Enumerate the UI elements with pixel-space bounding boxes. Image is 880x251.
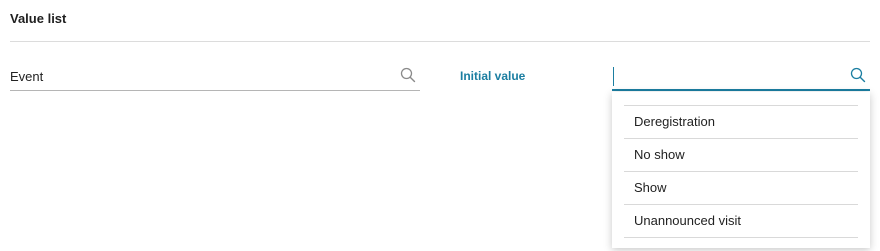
initial-value-input[interactable] — [616, 67, 836, 86]
search-icon[interactable] — [400, 67, 416, 83]
search-icon[interactable] — [850, 67, 866, 83]
dropdown-option-no-show[interactable]: No show — [624, 139, 858, 172]
section-title: Value list — [10, 11, 67, 26]
text-caret — [613, 67, 614, 86]
initial-value-label: Initial value — [460, 69, 526, 83]
dropdown-option-list: Deregistration No show Show Unannounced … — [624, 106, 858, 238]
dropdown-option-deregistration[interactable]: Deregistration — [624, 106, 858, 139]
value-list-panel: Value list Event Initial value Deregistr… — [0, 0, 880, 251]
event-field-value: Event — [10, 69, 44, 84]
dropdown-option-unannounced-visit[interactable]: Unannounced visit — [624, 205, 858, 238]
dropdown-option-show[interactable]: Show — [624, 172, 858, 205]
initial-value-dropdown: Deregistration No show Show Unannounced … — [612, 92, 870, 248]
section-divider — [10, 41, 870, 42]
event-field[interactable]: Event — [10, 64, 420, 91]
initial-value-field[interactable] — [612, 64, 870, 91]
